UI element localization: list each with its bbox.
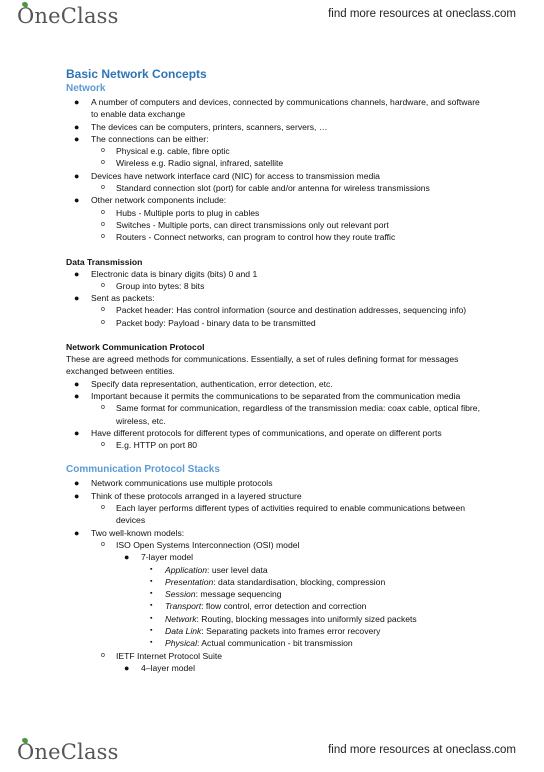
osi-layer-item: ▪ Data Link: Separating packets into fram… — [150, 625, 381, 636]
layer-name: Application — [165, 564, 208, 575]
bullet-square-icon: ▪ — [150, 626, 153, 634]
list-item: ● Other network components include: — [74, 195, 227, 206]
osi-layer-item: ▪ Application: user level data — [150, 564, 268, 575]
layer-name: Data Link — [165, 625, 202, 636]
bullet-circle-icon: o — [101, 504, 105, 512]
bullet-square-icon: ▪ — [150, 602, 153, 610]
list-item: ● The connections can be either: — [74, 133, 209, 144]
list-item: o Each layer performs different types of … — [101, 503, 466, 526]
list-item: o Hubs - Multiple ports to plug in cables — [101, 207, 260, 218]
layer-name: Session — [165, 589, 196, 600]
document-body: Basic Network Concepts Network ● A number… — [66, 66, 486, 674]
section-heading-stacks: Communication Protocol Stacks — [66, 464, 220, 476]
bullet-disc-icon: ● — [74, 390, 80, 401]
bullet-disc-icon: ● — [74, 378, 80, 389]
network-list: ● A number of computers and devices, conn… — [66, 96, 486, 244]
list-item: ● Think of these protocols arranged in a … — [74, 490, 302, 501]
bullet-disc-icon: ● — [74, 490, 80, 501]
bullet-disc-icon: ● — [74, 121, 80, 132]
list-item: ● 4–layer model — [124, 662, 195, 673]
list-item: ● Electronic data is binary digits (bits)… — [74, 268, 258, 279]
bullet-disc-icon: ● — [124, 552, 130, 563]
bullet-square-icon: ▪ — [150, 577, 153, 585]
osi-layer-item: ▪ Transport: flow control, error detectio… — [150, 601, 367, 612]
osi-layer-item: ▪ Session: message sequencing — [150, 589, 282, 600]
list-item: o Packet header: Has control information … — [101, 305, 467, 316]
bullet-circle-icon: o — [101, 651, 105, 659]
bullet-square-icon: ▪ — [150, 639, 153, 647]
list-item: ● Two well-known models: — [74, 527, 185, 538]
protocol-intro: These are agreed methods for communicati… — [66, 354, 459, 377]
bullet-square-icon: ▪ — [150, 565, 153, 573]
bullet-disc-icon: ● — [74, 527, 80, 538]
list-item: o ISO Open Systems Interconnection (OSI) … — [101, 539, 300, 550]
stacks-list: ● Network communications use multiple pro… — [66, 477, 486, 674]
list-item: o Switches - Multiple ports, can direct t… — [101, 219, 389, 230]
page-footer: OneClass find more resources at oneclass… — [0, 736, 544, 772]
bullet-disc-icon: ● — [124, 662, 130, 673]
list-item: ● A number of computers and devices, conn… — [74, 97, 480, 120]
bullet-circle-icon: o — [101, 147, 105, 155]
document-title: Basic Network Concepts — [66, 67, 207, 81]
footer-tagline[interactable]: find more resources at oneclass.com — [328, 744, 516, 756]
bullet-circle-icon: o — [101, 318, 105, 326]
list-item: ● The devices can be computers, printers,… — [74, 121, 328, 132]
list-item: ● Network communications use multiple pro… — [74, 478, 273, 489]
oneclass-logo[interactable]: OneClass — [17, 1, 119, 28]
bullet-disc-icon: ● — [74, 133, 80, 144]
bullet-disc-icon: ● — [74, 170, 80, 181]
list-item: ● Important because it permits the commun… — [74, 390, 461, 401]
header-tagline[interactable]: find more resources at oneclass.com — [328, 8, 516, 20]
bullet-circle-icon: o — [101, 233, 105, 241]
bullet-circle-icon: o — [101, 220, 105, 228]
list-item: ● Have different protocols for different … — [74, 427, 442, 438]
oneclass-logo[interactable]: OneClass — [17, 737, 119, 764]
osi-layer-item: ▪ Physical: Actual communication - bit tr… — [150, 638, 353, 649]
layer-name: Network — [165, 613, 197, 624]
bullet-circle-icon: o — [101, 540, 105, 548]
osi-layer-item: ▪ Presentation: data standardisation, blo… — [150, 576, 386, 587]
list-item: o IETF Internet Protocol Suite — [101, 650, 223, 661]
list-item: o Physical e.g. cable, fibre optic — [101, 146, 230, 157]
bullet-circle-icon: o — [101, 159, 105, 167]
bullet-circle-icon: o — [101, 404, 105, 412]
protocol-list: ● Specify data representation, authentica… — [66, 378, 486, 452]
bullet-disc-icon: ● — [74, 97, 80, 107]
bullet-circle-icon: o — [101, 208, 105, 216]
section-heading-protocol: Network Communication Protocol — [66, 342, 205, 353]
layer-name: Presentation — [165, 576, 214, 587]
bullet-circle-icon: o — [101, 306, 105, 314]
list-item: o Same format for communication, regardle… — [101, 403, 480, 426]
osi-layer-item: ▪ Network: Routing, blocking messages int… — [150, 613, 417, 624]
data-transmission-list: ● Electronic data is binary digits (bits)… — [66, 268, 486, 329]
bullet-disc-icon: ● — [74, 427, 80, 438]
bullet-square-icon: ▪ — [150, 614, 153, 622]
bullet-disc-icon: ● — [74, 293, 80, 304]
list-item: ● Devices have network interface card (NI… — [74, 170, 380, 181]
bullet-circle-icon: o — [101, 441, 105, 449]
page-header: OneClass find more resources at oneclass… — [0, 0, 544, 36]
list-item: ● 7-layer model — [124, 552, 194, 563]
list-item: o Wireless e.g. Radio signal, infrared, s… — [101, 158, 284, 169]
bullet-disc-icon: ● — [74, 195, 80, 206]
bullet-square-icon: ▪ — [150, 590, 153, 598]
bullet-disc-icon: ● — [74, 268, 80, 279]
list-item: o Routers - Connect networks, can program… — [101, 232, 396, 243]
list-item: ● Sent as packets: — [74, 293, 155, 304]
list-item: o E.g. HTTP on port 80 — [101, 440, 198, 451]
section-heading-network: Network — [66, 83, 106, 94]
layer-name: Transport — [165, 601, 202, 612]
list-item: ● Specify data representation, authentica… — [74, 378, 333, 389]
bullet-disc-icon: ● — [74, 478, 80, 489]
bullet-circle-icon: o — [101, 184, 105, 192]
list-item: o Packet body: Payload - binary data to b… — [101, 317, 316, 328]
layer-name: Physical — [165, 638, 197, 649]
bullet-circle-icon: o — [101, 281, 105, 289]
section-heading-data-transmission: Data Transmission — [66, 256, 143, 267]
list-item: o Group into bytes: 8 bits — [101, 280, 205, 291]
list-item: o Standard connection slot (port) for cab… — [101, 183, 430, 194]
